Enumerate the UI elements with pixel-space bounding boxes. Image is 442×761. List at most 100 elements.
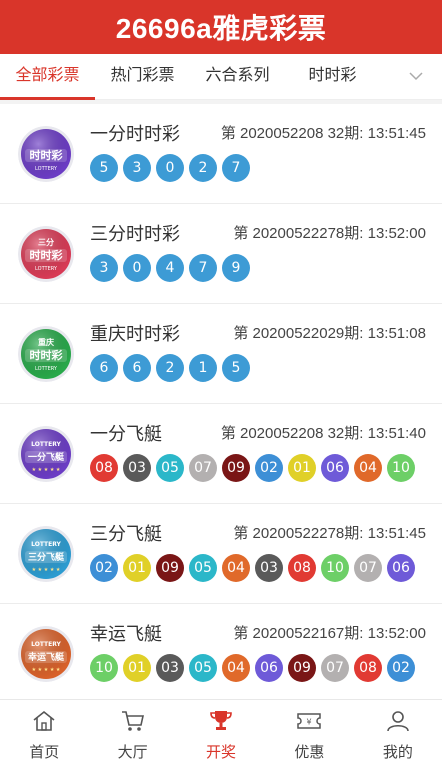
number-ball: 03	[156, 654, 184, 682]
svg-text:三分飞艇: 三分飞艇	[28, 551, 65, 563]
number-ball: 09	[222, 454, 250, 482]
svg-text:幸运飞艇: 幸运飞艇	[28, 651, 65, 663]
number-ball: 02	[90, 554, 118, 582]
number-ball: 03	[255, 554, 283, 582]
number-ball: 05	[189, 654, 217, 682]
svg-text:LOTTERY: LOTTERY	[31, 441, 61, 448]
nav-item-trophy[interactable]: 开奖	[177, 700, 265, 761]
number-ball: 06	[255, 654, 283, 682]
number-ball: 10	[321, 554, 349, 582]
number-ball: 6	[123, 354, 151, 382]
svg-text:LOTTERY: LOTTERY	[35, 366, 58, 372]
number-ball: 2	[156, 354, 184, 382]
number-ball: 0	[123, 254, 151, 282]
number-ball: 08	[354, 654, 382, 682]
number-ball: 02	[387, 654, 415, 682]
number-ball: 1	[189, 354, 217, 382]
nav-label: 开奖	[206, 744, 237, 761]
number-ball: 02	[255, 454, 283, 482]
svg-text:★ ★ ★ ★ ★: ★ ★ ★ ★ ★	[32, 667, 61, 673]
lottery-name: 重庆时时彩	[90, 324, 180, 344]
nav-item-cart[interactable]: 大厅	[88, 700, 176, 761]
lottery-issue: 第 2020052208 32期: 13:51:45	[220, 125, 426, 142]
tab-shishicai[interactable]: 时时彩	[285, 54, 380, 100]
number-ball: 3	[90, 254, 118, 282]
nav-label: 我的	[382, 744, 413, 761]
number-ball: 10	[90, 654, 118, 682]
三分飞艇-logo: LOTTERY 三分飞艇 ★ ★ ★ ★ ★	[18, 526, 74, 582]
trophy-icon	[208, 709, 234, 738]
number-ball: 2	[189, 154, 217, 182]
number-ball: 4	[156, 254, 184, 282]
svg-text:LOTTERY: LOTTERY	[35, 166, 58, 172]
draw-numbers: 53027	[90, 154, 255, 182]
number-ball: 08	[90, 454, 118, 482]
lottery-name: 一分飞艇	[90, 424, 162, 444]
幸运飞艇-logo: LOTTERY 幸运飞艇 ★ ★ ★ ★ ★	[18, 626, 74, 682]
lottery-name: 三分飞艇	[90, 524, 162, 544]
draw-numbers: 10 01 03 05 04 06 09 07 08 02	[90, 654, 420, 682]
number-ball: 06	[387, 554, 415, 582]
number-ball: 05	[156, 454, 184, 482]
svg-text:三分: 三分	[38, 237, 54, 247]
number-ball: 6	[90, 354, 118, 382]
lottery-issue: 第 2020052208 32期: 13:51:40	[220, 425, 426, 442]
home-icon	[31, 709, 57, 738]
number-ball: 04	[222, 554, 250, 582]
ticket-icon: ¥	[296, 709, 322, 738]
重庆时时彩-logo: 重庆 时时彩 LOTTERY	[18, 326, 74, 382]
svg-text:重庆: 重庆	[38, 337, 54, 347]
bottom-navigation: 首页 大厅 开奖 ¥ 优惠 我的	[0, 699, 442, 761]
number-ball: 10	[387, 454, 415, 482]
number-ball: 5	[90, 154, 118, 182]
tab-hot-lottery[interactable]: 热门彩票	[95, 54, 190, 100]
category-tabs: 全部彩票 热门彩票 六合系列 时时彩	[0, 54, 442, 100]
cart-icon	[120, 709, 146, 738]
number-ball: 07	[189, 454, 217, 482]
svg-text:★ ★ ★ ★ ★: ★ ★ ★ ★ ★	[32, 467, 61, 473]
svg-text:时时彩: 时时彩	[30, 248, 63, 262]
svg-text:LOTTERY: LOTTERY	[31, 641, 61, 648]
app-header: 26696a雅虎彩票	[0, 0, 442, 54]
nav-label: 首页	[29, 744, 60, 761]
lottery-name: 幸运飞艇	[90, 624, 162, 644]
svg-text:¥: ¥	[307, 718, 312, 727]
lottery-row[interactable]: LOTTERY 三分飞艇 ★ ★ ★ ★ ★ 三分飞艇 第 20200522278期: …	[0, 504, 442, 604]
lottery-row[interactable]: LOTTERY 幸运飞艇 ★ ★ ★ ★ ★ 幸运飞艇 第 20200522167期: …	[0, 604, 442, 704]
number-ball: 05	[189, 554, 217, 582]
lottery-issue: 第 20200522029期: 13:51:08	[233, 325, 426, 342]
一分飞艇-logo: LOTTERY 一分飞艇 ★ ★ ★ ★ ★	[18, 426, 74, 482]
lottery-name: 一分时时彩	[90, 124, 180, 144]
number-ball: 07	[321, 654, 349, 682]
number-ball: 01	[288, 454, 316, 482]
nav-item-user[interactable]: 我的	[354, 700, 442, 761]
svg-text:时时彩: 时时彩	[30, 348, 63, 362]
user-icon	[385, 709, 411, 738]
nav-item-ticket[interactable]: ¥ 优惠	[265, 700, 353, 761]
lottery-row[interactable]: 时时彩 LOTTERY 一分时时彩 第 2020052208 32期: 13:51:4…	[0, 104, 442, 204]
chevron-down-icon[interactable]	[408, 68, 424, 84]
number-ball: 03	[123, 454, 151, 482]
svg-text:时时彩: 时时彩	[30, 148, 63, 162]
number-ball: 01	[123, 554, 151, 582]
tab-liuhe-series[interactable]: 六合系列	[190, 54, 285, 100]
lottery-issue: 第 20200522167期: 13:52:00	[233, 625, 426, 642]
lottery-row[interactable]: 三分 时时彩 LOTTERY 三分时时彩 第 20200522278期: 13:52:0…	[0, 204, 442, 304]
nav-item-home[interactable]: 首页	[0, 700, 88, 761]
number-ball: 7	[222, 154, 250, 182]
number-ball: 9	[222, 254, 250, 282]
一分时时彩-logo: 时时彩 LOTTERY	[18, 126, 74, 182]
number-ball: 09	[156, 554, 184, 582]
draw-numbers: 02 01 09 05 04 03 08 10 07 06	[90, 554, 420, 582]
tab-all-lottery[interactable]: 全部彩票	[0, 54, 95, 100]
draw-numbers: 30479	[90, 254, 255, 282]
lottery-row[interactable]: 重庆 时时彩 LOTTERY 重庆时时彩 第 20200522029期: 13:51:0…	[0, 304, 442, 404]
number-ball: 08	[288, 554, 316, 582]
lottery-issue: 第 20200522278期: 13:52:00	[233, 225, 426, 242]
svg-text:一分飞艇: 一分飞艇	[28, 451, 65, 463]
number-ball: 07	[354, 554, 382, 582]
nav-label: 大厅	[117, 744, 148, 761]
lottery-row[interactable]: LOTTERY 一分飞艇 ★ ★ ★ ★ ★ 一分飞艇 第 2020052208 32期…	[0, 404, 442, 504]
number-ball: 04	[222, 654, 250, 682]
number-ball: 5	[222, 354, 250, 382]
